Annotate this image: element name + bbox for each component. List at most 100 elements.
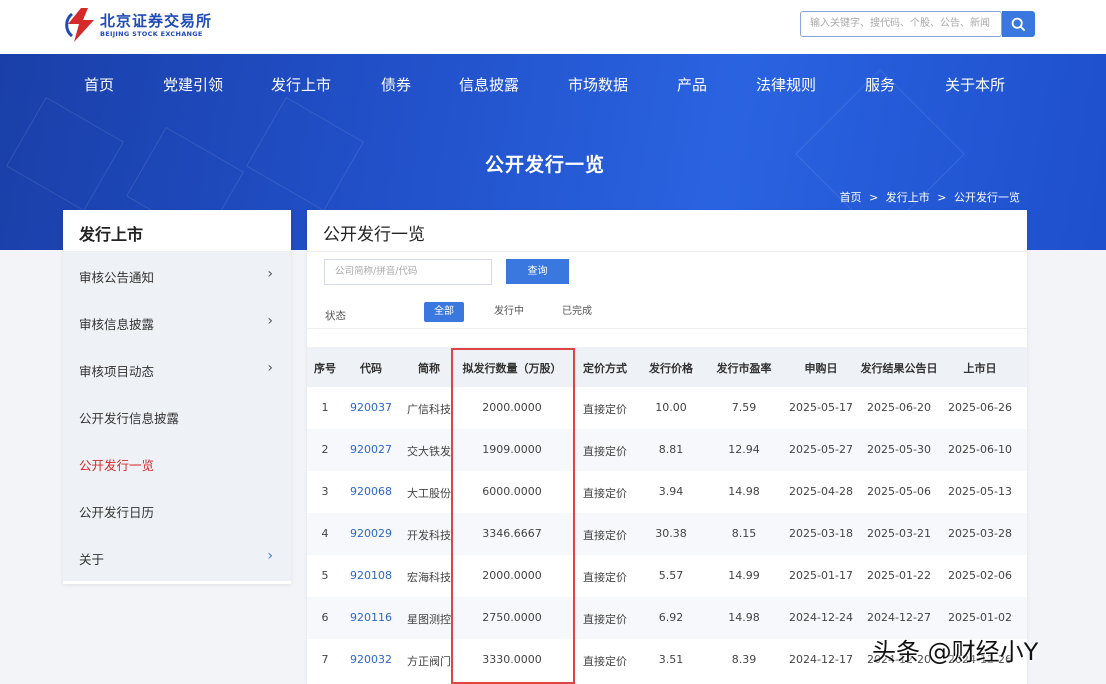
filter-all[interactable]: 全部 [424,302,464,322]
sidebar-item-label: 公开发行一览 [79,458,155,473]
column-header: 定价方式 [583,362,627,375]
breadcrumb-current: 公开发行一览 [954,191,1020,204]
nav-item-market-data[interactable]: 市场数据 [568,74,628,95]
issuance-panel: 公开发行一览 公司简称/拼音/代码 查询 状态 全部 发行中 已完成 序号 代码… [307,210,1027,684]
cell-result-date: 2025-03-21 [867,527,931,540]
cell-listing-date: 2025-05-13 [948,485,1012,498]
cell-result-date: 2025-05-30 [867,443,931,456]
status-filter-label: 状态 [325,310,346,322]
cell-price: 3.94 [658,485,684,498]
column-header: 上市日 [963,362,997,375]
site-search-input[interactable]: 输入关键字、搜代码、个股、公告、新闻 [800,11,1002,37]
cell-pricing: 直接定价 [583,403,627,416]
sidebar-item-issuance-disclosure[interactable]: 公开发行信息披露 [63,393,291,440]
cell-index: 6 [321,611,329,624]
sidebar-item-issuance-calendar[interactable]: 公开发行日历 [63,487,291,534]
cell-code[interactable]: 920116 [350,611,392,624]
cell-name: 星图测控 [407,613,451,626]
cell-pe: 14.98 [728,611,760,624]
cell-name: 宏海科技 [407,571,451,584]
sidebar-item-review-disclosure[interactable]: 审核信息披露 › [63,299,291,346]
breadcrumb-listing[interactable]: 发行上市 [886,191,930,204]
nav-item-bonds[interactable]: 债券 [381,74,411,95]
cell-quantity: 3330.0000 [482,653,542,666]
sidebar: 发行上市 审核公告通知 › 审核信息披露 › 审核项目动态 › 公开发行信息披露… [63,210,291,584]
cell-index: 4 [321,527,329,540]
column-header: 序号 [314,362,336,375]
cell-quantity: 2000.0000 [482,401,542,414]
nav-item-about[interactable]: 关于本所 [945,74,1005,95]
cell-pricing: 直接定价 [583,613,627,626]
cell-listing-date: 2025-06-26 [948,401,1012,414]
cell-quantity: 1909.0000 [482,443,542,456]
cell-pricing: 直接定价 [583,655,627,668]
watermark: 头条 @财经小Y [872,638,1039,666]
sidebar-item-about[interactable]: 关于 › [63,534,291,581]
cell-price: 10.00 [655,401,687,414]
sidebar-item-review-projects[interactable]: 审核项目动态 › [63,346,291,393]
sidebar-title: 发行上市 [79,225,144,244]
breadcrumb-home[interactable]: 首页 [840,191,862,204]
breadcrumb: 首页 > 发行上市 > 公开发行一览 [838,189,1022,205]
cell-pe: 8.15 [731,527,757,540]
chevron-right-icon: › [267,266,273,282]
cell-listing-date: 2025-03-28 [948,527,1012,540]
column-header: 申购日 [804,362,838,375]
logo-text-cn: 北京证券交易所 [100,12,213,30]
cell-pe: 14.98 [728,485,760,498]
column-header: 发行市盈率 [716,362,772,375]
cell-result-date: 2025-01-22 [867,569,931,582]
cell-quantity: 2000.0000 [482,569,542,582]
filter-issuing[interactable]: 发行中 [485,302,533,322]
cell-index: 3 [321,485,329,498]
cell-code[interactable]: 920037 [350,401,392,414]
logo-text-en: BEIJING STOCK EXCHANGE [100,30,203,38]
cell-result-date: 2025-06-20 [867,401,931,414]
chevron-right-icon: › [267,313,273,329]
cell-quantity: 6000.0000 [482,485,542,498]
cell-subscription-date: 2025-05-27 [789,443,853,456]
cell-code[interactable]: 920027 [350,443,392,456]
table-row: 3 920068 大工股份 6000.0000 直接定价 3.94 14.98 2025-04… [307,471,1027,513]
cell-name: 广信科技 [407,403,451,416]
table-row: 2 920027 交大铁发 1909.0000 直接定价 8.81 12.94 2025-05… [307,429,1027,471]
nav-item-disclosure[interactable]: 信息披露 [459,74,519,95]
chevron-right-icon: › [267,360,273,376]
column-header: 发行结果公告日 [860,362,938,375]
cell-pricing: 直接定价 [583,571,627,584]
sidebar-item-label: 审核公告通知 [79,270,155,285]
divider [307,251,1027,252]
sidebar-item-issuance-list[interactable]: 公开发行一览 [63,440,291,487]
cell-subscription-date: 2024-12-24 [789,611,853,624]
company-search-input[interactable]: 公司简称/拼音/代码 [324,259,492,285]
cell-index: 7 [321,653,329,666]
filter-completed[interactable]: 已完成 [553,302,601,322]
query-button[interactable]: 查询 [506,259,569,284]
sidebar-item-review-notices[interactable]: 审核公告通知 › [63,252,291,299]
nav-item-home[interactable]: 首页 [84,74,114,95]
site-search-button[interactable] [1002,11,1035,37]
panel-title: 公开发行一览 [323,225,425,245]
table-header: 序号 代码 简称 拟发行数量（万股） 定价方式 发行价格 发行市盈率 申购日 发… [307,347,1027,387]
cell-price: 3.51 [658,653,684,666]
nav-item-party[interactable]: 党建引领 [163,74,223,95]
cell-code[interactable]: 920032 [350,653,392,666]
table-row: 1 920037 广信科技 2000.0000 直接定价 10.00 7.59 2025-05… [307,387,1027,429]
top-header: 北京证券交易所 BEIJING STOCK EXCHANGE 输入关键字、搜代码… [0,0,1106,54]
column-header: 简称 [418,362,440,375]
cell-price: 6.92 [658,611,684,624]
exchange-logo[interactable]: 北京证券交易所 BEIJING STOCK EXCHANGE [64,6,214,44]
nav-item-listing[interactable]: 发行上市 [271,74,331,95]
cell-code[interactable]: 920068 [350,485,392,498]
cell-code[interactable]: 920029 [350,527,392,540]
breadcrumb-separator: > [869,191,879,204]
cell-code[interactable]: 920108 [350,569,392,582]
column-header: 发行价格 [649,362,693,375]
chevron-right-icon: › [267,548,273,564]
cell-index: 2 [321,443,329,456]
nav-item-rules[interactable]: 法律规则 [756,74,816,95]
nav-item-products[interactable]: 产品 [677,74,707,95]
cell-price: 30.38 [655,527,687,540]
nav-item-services[interactable]: 服务 [865,74,895,95]
cell-pe: 12.94 [728,443,760,456]
